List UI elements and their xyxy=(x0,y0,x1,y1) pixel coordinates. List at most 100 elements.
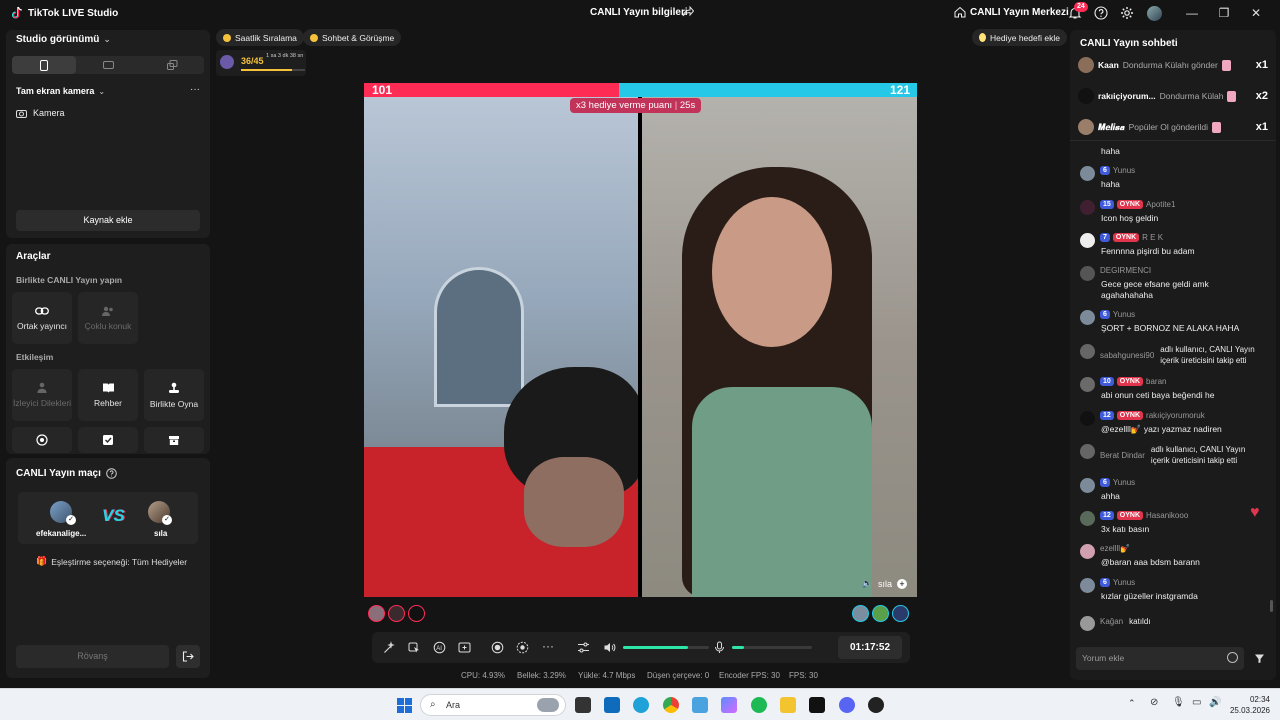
rematch-button[interactable]: Rövanş xyxy=(16,645,169,668)
user-avatar[interactable] xyxy=(1078,119,1094,135)
gift-sender[interactable]: 𝑴𝒆𝒍𝒊𝒔𝒂 xyxy=(1098,122,1125,133)
settings-gear-icon[interactable] xyxy=(1120,6,1134,20)
discord-icon[interactable] xyxy=(839,697,855,713)
app-icon[interactable] xyxy=(692,697,708,713)
dual-option[interactable] xyxy=(140,56,204,74)
chrome-icon[interactable] xyxy=(663,697,679,713)
chat-username[interactable]: Yunus xyxy=(1113,310,1135,319)
gift-sender[interactable]: Kaan xyxy=(1098,60,1119,70)
gift-goal-pill[interactable]: Hediye hedefi ekle xyxy=(972,29,1067,46)
user-avatar[interactable] xyxy=(1080,233,1095,248)
chat-username[interactable]: Apotite1 xyxy=(1146,200,1175,209)
outlook-icon[interactable] xyxy=(604,697,620,713)
scene-dropdown[interactable]: Tam ekran kamera ⌄ xyxy=(16,86,105,96)
effects-icon[interactable] xyxy=(408,641,421,654)
chat-username[interactable]: Yunus xyxy=(1113,478,1135,487)
volume-slider[interactable] xyxy=(623,646,709,649)
chat-username[interactable]: Hasanikooo xyxy=(1146,511,1188,520)
file-explorer-icon[interactable] xyxy=(780,697,796,713)
spotify-icon[interactable] xyxy=(751,697,767,713)
source-camera-item[interactable]: Kamera xyxy=(16,108,65,118)
goal-tile[interactable] xyxy=(12,427,72,453)
user-avatar[interactable] xyxy=(1080,344,1095,359)
network-off-icon[interactable]: ⊘ xyxy=(1150,697,1158,708)
user-avatar[interactable] xyxy=(1080,377,1095,392)
cohost-tile[interactable]: Ortak yayıncı xyxy=(12,292,72,344)
chat-username[interactable]: DEGIRMENCI xyxy=(1100,266,1151,275)
multi-guest-tile[interactable]: Çoklu konuk xyxy=(78,292,138,344)
play-together-tile[interactable]: Birlikte Oyna xyxy=(144,369,204,421)
system-clock[interactable]: 02:34 25.03.2026 xyxy=(1230,694,1270,716)
close-window-button[interactable]: ✕ xyxy=(1246,4,1266,22)
edge-icon[interactable] xyxy=(633,697,649,713)
chat-username[interactable]: baran xyxy=(1146,377,1166,386)
hourly-ranking-pill[interactable]: Saatlik Sıralama xyxy=(216,29,304,46)
portrait-option[interactable] xyxy=(12,56,76,74)
profile-avatar[interactable] xyxy=(1147,6,1162,21)
studio-view-dropdown[interactable]: Studio görünümü ⌄ xyxy=(16,34,111,45)
screenshot-icon[interactable] xyxy=(516,641,529,654)
supporter-avatar[interactable] xyxy=(388,605,405,622)
mic-slider[interactable] xyxy=(732,646,812,649)
user-avatar[interactable] xyxy=(1080,200,1095,215)
help-icon[interactable] xyxy=(1094,6,1108,20)
task-view-icon[interactable] xyxy=(575,697,591,713)
chat-username[interactable]: Kağan xyxy=(1100,617,1123,626)
speaker-icon[interactable]: 🔊 xyxy=(1209,697,1221,708)
supporter-avatar[interactable] xyxy=(368,605,385,622)
user-avatar[interactable] xyxy=(1078,57,1094,73)
progress-widget[interactable]: 36/45 1 sa 3 dk 38 sn xyxy=(216,50,306,76)
speaker-icon[interactable]: 🔈 xyxy=(862,578,873,589)
chat-username[interactable]: rakıiçiyorumoruk xyxy=(1146,411,1205,420)
chat-username[interactable]: Berat Dindar xyxy=(1100,451,1145,460)
landscape-option[interactable] xyxy=(76,56,140,74)
add-source-button[interactable]: Kaynak ekle xyxy=(16,210,200,231)
record-icon[interactable] xyxy=(491,641,504,654)
more-icon[interactable]: ··· xyxy=(542,639,554,653)
chat-username[interactable]: ezellll💅 xyxy=(1100,544,1130,553)
supporter-avatar[interactable] xyxy=(892,605,909,622)
user-avatar[interactable] xyxy=(1080,478,1095,493)
user-avatar[interactable] xyxy=(1080,166,1095,181)
supporter-avatar[interactable] xyxy=(408,605,425,622)
copilot-icon[interactable] xyxy=(721,697,737,713)
user-avatar[interactable] xyxy=(1080,310,1095,325)
user-avatar[interactable] xyxy=(1080,511,1095,526)
magic-wand-icon[interactable] xyxy=(383,641,396,654)
emoji-icon[interactable] xyxy=(1227,652,1238,663)
help-icon[interactable] xyxy=(106,468,117,479)
viewer-requests-tile[interactable]: İzleyici Dilekleri xyxy=(12,369,72,421)
maximize-button[interactable]: ❐ xyxy=(1214,4,1234,22)
chat-scrollbar[interactable] xyxy=(1270,600,1273,612)
user-avatar[interactable] xyxy=(1078,88,1094,104)
ai-icon[interactable]: AI xyxy=(433,641,446,654)
filter-icon[interactable] xyxy=(1254,653,1265,664)
add-overlay-icon[interactable] xyxy=(458,641,471,654)
user-avatar[interactable] xyxy=(1080,544,1095,559)
user-avatar[interactable] xyxy=(1080,578,1095,593)
microphone-icon[interactable] xyxy=(713,641,726,654)
task-tile[interactable] xyxy=(78,427,138,453)
add-icon[interactable]: + xyxy=(897,578,907,589)
volume-icon[interactable] xyxy=(603,641,616,654)
windows-start-icon[interactable] xyxy=(397,698,412,713)
tiktok-app-icon[interactable] xyxy=(809,697,825,713)
user-avatar[interactable] xyxy=(1080,266,1095,281)
chat-username[interactable]: R E K xyxy=(1142,233,1163,242)
taskbar-search[interactable]: ⌕ Ara xyxy=(420,694,566,716)
user-avatar[interactable] xyxy=(1080,411,1095,426)
microphone-icon[interactable]: 🎙 xyxy=(1172,697,1185,708)
live-info-title[interactable]: CANLI Yayın bilgileri xyxy=(590,7,688,18)
chat-username[interactable]: sabahgunesi90 xyxy=(1100,351,1154,360)
supporter-avatar[interactable] xyxy=(852,605,869,622)
live-center-link[interactable]: CANLI Yayın Merkezi xyxy=(954,6,1069,18)
share-icon[interactable] xyxy=(682,6,694,18)
chevron-up-icon[interactable]: ⌃ xyxy=(1128,698,1136,709)
chat-username[interactable]: Yunus xyxy=(1113,166,1135,175)
comment-input[interactable]: Yorum ekle xyxy=(1076,647,1244,670)
guide-tile[interactable]: Rehber xyxy=(78,369,138,421)
exit-match-button[interactable] xyxy=(176,645,200,668)
display-icon[interactable]: ▭ xyxy=(1192,697,1201,708)
user-avatar[interactable] xyxy=(1080,616,1095,631)
chat-username[interactable]: Yunus xyxy=(1113,578,1135,587)
